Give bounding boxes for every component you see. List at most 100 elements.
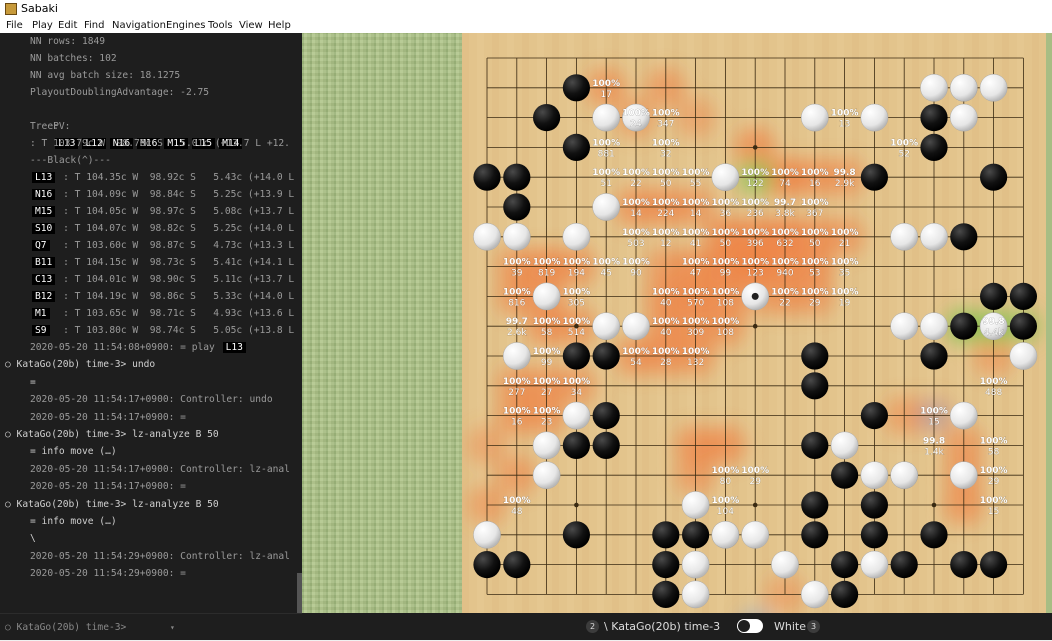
console-input-bar[interactable]: ○ KataGo(20b) time-3> ▾ [0,613,302,640]
black-stone[interactable] [682,521,710,549]
white-stone[interactable] [473,520,501,549]
go-board[interactable]: 100% 17 100% 24 100% 347 100% 13 100% 881 100% 32 10… [462,33,1046,613]
black-stone[interactable] [831,461,859,489]
white-stone[interactable] [562,401,591,430]
white-stone[interactable] [741,520,770,549]
engine-dropdown-caret[interactable]: ▾ [170,614,175,641]
tree-move[interactable]: L13 [32,172,56,183]
white-stone[interactable] [1009,342,1038,370]
white-stone[interactable] [860,550,889,579]
white-stone[interactable] [860,103,889,132]
tree-move[interactable]: C13 [32,274,56,285]
menu-edit[interactable]: Edit [58,18,77,33]
white-stone[interactable] [771,550,799,579]
menu-tools[interactable]: Tools [208,18,233,33]
menu-view[interactable]: View [239,18,263,33]
black-stone[interactable] [562,521,590,549]
tree-move[interactable]: S9 [32,325,50,336]
black-stone[interactable] [801,372,829,400]
black-stone[interactable] [980,163,1008,191]
white-stone[interactable] [592,103,621,132]
white-stone[interactable] [473,222,501,251]
white-stone[interactable] [681,491,710,519]
black-stone[interactable] [592,402,620,430]
white-stone[interactable] [532,461,561,490]
white-stone[interactable] [860,461,889,490]
white-stone[interactable] [949,73,978,102]
black-stone[interactable] [860,402,888,430]
turn-toggle[interactable] [737,619,763,633]
tree-move[interactable]: S10 [32,223,56,234]
tree-move[interactable]: N16 [32,189,56,200]
white-stone[interactable] [979,73,1008,102]
tree-move[interactable]: B11 [32,257,56,268]
log-move[interactable]: L13 [222,342,246,353]
white-stone[interactable] [622,312,650,341]
black-stone[interactable] [950,312,978,340]
black-stone[interactable] [652,521,680,549]
white-stone[interactable] [920,222,948,251]
white-stone[interactable] [949,461,978,490]
black-stone[interactable] [831,580,859,609]
black-stone[interactable] [652,551,680,579]
black-stone[interactable] [592,431,620,459]
menu-help[interactable]: Help [268,18,291,33]
black-stone[interactable] [860,491,888,519]
black-stone[interactable] [890,551,918,579]
white-stone[interactable] [502,222,531,251]
black-stone[interactable] [801,491,829,519]
white-stone[interactable] [890,461,919,490]
white-stone[interactable] [711,163,740,192]
black-stone[interactable] [920,133,948,161]
black-stone[interactable] [503,551,531,579]
black-stone[interactable] [980,282,1008,310]
black-stone[interactable] [562,431,590,459]
gtp-console[interactable]: NN rows: 1849 NN batches: 102 NN avg bat… [0,33,302,613]
white-stone[interactable] [800,103,829,132]
menu-navigation[interactable]: Navigation [112,18,166,33]
white-stone[interactable] [890,312,919,341]
white-stone[interactable] [681,550,710,579]
black-stone[interactable] [562,342,590,370]
white-stone[interactable] [949,401,978,430]
menu-engines[interactable]: Engines [166,18,205,33]
white-stone[interactable] [920,73,948,102]
white-stone[interactable] [681,580,710,609]
black-stone[interactable] [831,551,859,579]
white-stone[interactable] [592,312,621,341]
white-stone[interactable] [920,312,948,341]
black-stone[interactable] [920,521,948,549]
black-stone[interactable] [950,223,978,251]
black-stone[interactable] [920,104,948,132]
board-canvas[interactable]: 100% 17 100% 24 100% 347 100% 13 100% 881 100% 32 10… [462,33,1046,613]
black-stone[interactable] [801,431,829,459]
black-stone[interactable] [473,551,501,579]
white-stone[interactable] [830,431,859,460]
black-stone[interactable] [801,521,829,549]
black-stone[interactable] [533,104,561,132]
white-stone[interactable] [800,580,829,609]
black-stone[interactable] [920,342,948,370]
white-stone[interactable] [711,520,740,549]
menu-file[interactable]: File [6,18,23,33]
white-stone[interactable] [890,222,919,251]
black-stone[interactable] [652,580,680,609]
black-stone[interactable] [503,163,531,191]
black-stone[interactable] [562,74,590,102]
black-stone[interactable] [1009,312,1037,340]
menu-play[interactable]: Play [32,18,53,33]
white-stone[interactable] [532,282,561,311]
menu-find[interactable]: Find [84,18,105,33]
white-stone[interactable] [949,103,978,132]
white-stone[interactable] [532,431,561,460]
tree-move[interactable]: M1 [32,308,50,319]
tree-move[interactable]: B12 [32,291,56,302]
black-stone[interactable] [562,133,590,161]
black-stone[interactable] [980,551,1008,579]
white-stone[interactable] [502,342,531,370]
black-stone[interactable] [860,521,888,549]
tree-move[interactable]: Q7 [32,240,50,251]
black-stone[interactable] [1009,282,1037,310]
black-stone[interactable] [473,163,501,191]
black-stone[interactable] [801,342,829,370]
